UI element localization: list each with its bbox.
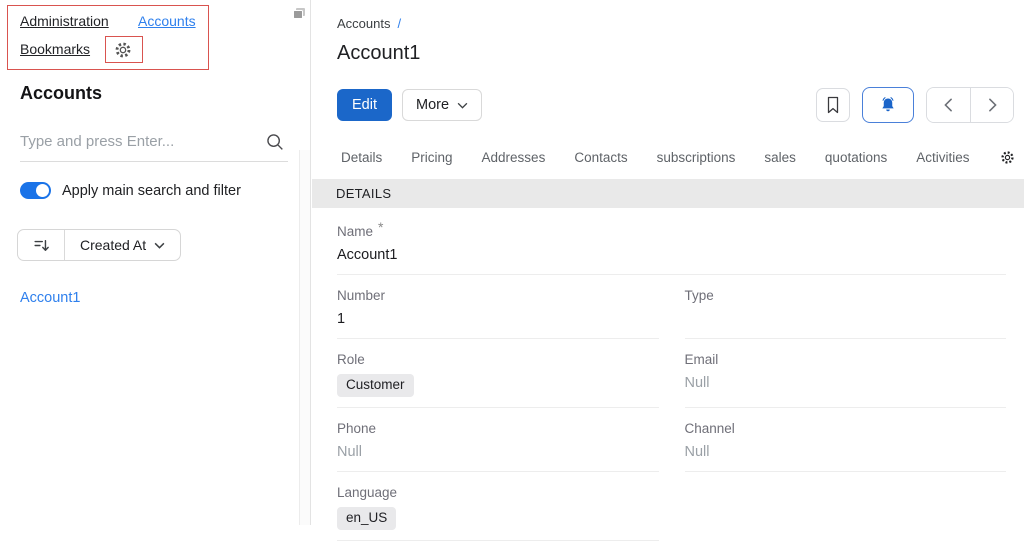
details-section-header: DETAILS [312, 179, 1024, 208]
field-name-value: Account1 [337, 247, 398, 263]
sort-descending-icon[interactable] [18, 230, 65, 260]
sort-field-label: Created At [80, 237, 147, 253]
result-item-account1[interactable]: Account1 [20, 290, 80, 306]
chevron-right-icon [988, 98, 997, 112]
field-email-value: Null [684, 375, 710, 391]
field-phone-value: Null [337, 444, 362, 460]
tab-bar: Details Pricing Addresses Contacts subsc… [312, 144, 1024, 170]
details-form: Name * Account1 Number 1 Type Role Custom… [312, 208, 1024, 554]
apply-search-toggle[interactable] [20, 182, 51, 199]
field-type-label: Type [684, 288, 714, 303]
breadcrumb-separator: / [397, 16, 402, 31]
bookmark-icon [827, 96, 839, 114]
field-phone-label: Phone [337, 421, 377, 436]
sidebar-scrollbar[interactable] [299, 150, 310, 525]
more-label: More [416, 97, 450, 113]
chevron-left-icon [944, 98, 952, 112]
sort-field-dropdown[interactable]: Created At [65, 230, 180, 260]
search-field [20, 126, 288, 162]
bookmark-button[interactable] [816, 88, 850, 122]
field-name: Name * Account1 [337, 219, 1006, 275]
role-chip: Customer [337, 374, 414, 397]
main-search-toggle-row: Apply main search and filter [20, 182, 241, 199]
next-record-button[interactable] [970, 88, 1013, 122]
edit-button[interactable]: Edit [337, 89, 392, 121]
search-icon[interactable] [264, 131, 286, 153]
page-title: Account1 [337, 42, 421, 64]
tab-details[interactable]: Details [341, 150, 382, 165]
tab-subscriptions[interactable]: subscriptions [657, 150, 736, 165]
tab-addresses[interactable]: Addresses [482, 150, 546, 165]
field-number: Number 1 [337, 288, 659, 339]
header-icon-buttons [816, 87, 1014, 123]
section-title: DETAILS [336, 186, 392, 201]
nav-link-accounts[interactable]: Accounts [138, 13, 196, 29]
field-channel-value: Null [684, 444, 710, 460]
required-marker: * [378, 219, 384, 235]
tab-activities[interactable]: Activities [916, 150, 969, 165]
main-panel: Accounts / Account1 Edit More Details Pr… [312, 0, 1024, 541]
field-number-label: Number [337, 288, 386, 303]
field-language-label: Language [337, 485, 398, 500]
field-email: Email Null [684, 352, 1006, 408]
breadcrumb-accounts[interactable]: Accounts [337, 16, 390, 31]
tab-sales[interactable]: sales [764, 150, 796, 165]
more-button[interactable]: More [402, 89, 483, 121]
field-role-label: Role [337, 352, 365, 367]
field-channel: Channel Null [684, 421, 1006, 472]
field-name-label: Name [337, 224, 374, 239]
field-language: Language en_US [337, 485, 659, 541]
field-role: Role Customer [337, 352, 659, 408]
chevron-down-icon [457, 102, 468, 109]
previous-record-button[interactable] [927, 88, 970, 122]
sidebar: Administration Accounts Bookmarks Accoun… [0, 0, 311, 525]
field-channel-label: Channel [684, 421, 735, 436]
language-chip: en_US [337, 507, 397, 530]
search-input[interactable] [20, 126, 252, 156]
sort-control: Created At [17, 229, 182, 261]
sidebar-heading: Accounts [20, 83, 103, 103]
field-type-value [685, 310, 1007, 328]
chevron-down-icon [154, 242, 165, 249]
tab-contacts[interactable]: Contacts [574, 150, 627, 165]
action-bar: Edit More [312, 87, 1024, 123]
field-number-value: 1 [337, 311, 346, 327]
notifications-button[interactable] [862, 87, 914, 123]
gear-icon[interactable] [113, 40, 133, 60]
tab-pricing[interactable]: Pricing [411, 150, 452, 165]
field-email-label: Email [684, 352, 719, 367]
panels-icon[interactable] [290, 5, 308, 23]
tab-settings-gear-icon[interactable] [999, 149, 1016, 166]
toggle-label: Apply main search and filter [62, 182, 241, 199]
breadcrumb: Accounts / [312, 0, 1024, 31]
field-type: Type [684, 288, 1007, 339]
empty-cell [685, 485, 1007, 541]
nav-link-administration[interactable]: Administration [20, 13, 109, 29]
bell-icon [882, 97, 894, 112]
field-phone: Phone Null [337, 421, 659, 472]
nav-link-bookmarks[interactable]: Bookmarks [20, 41, 90, 57]
tab-quotations[interactable]: quotations [825, 150, 887, 165]
record-pager [926, 87, 1014, 123]
